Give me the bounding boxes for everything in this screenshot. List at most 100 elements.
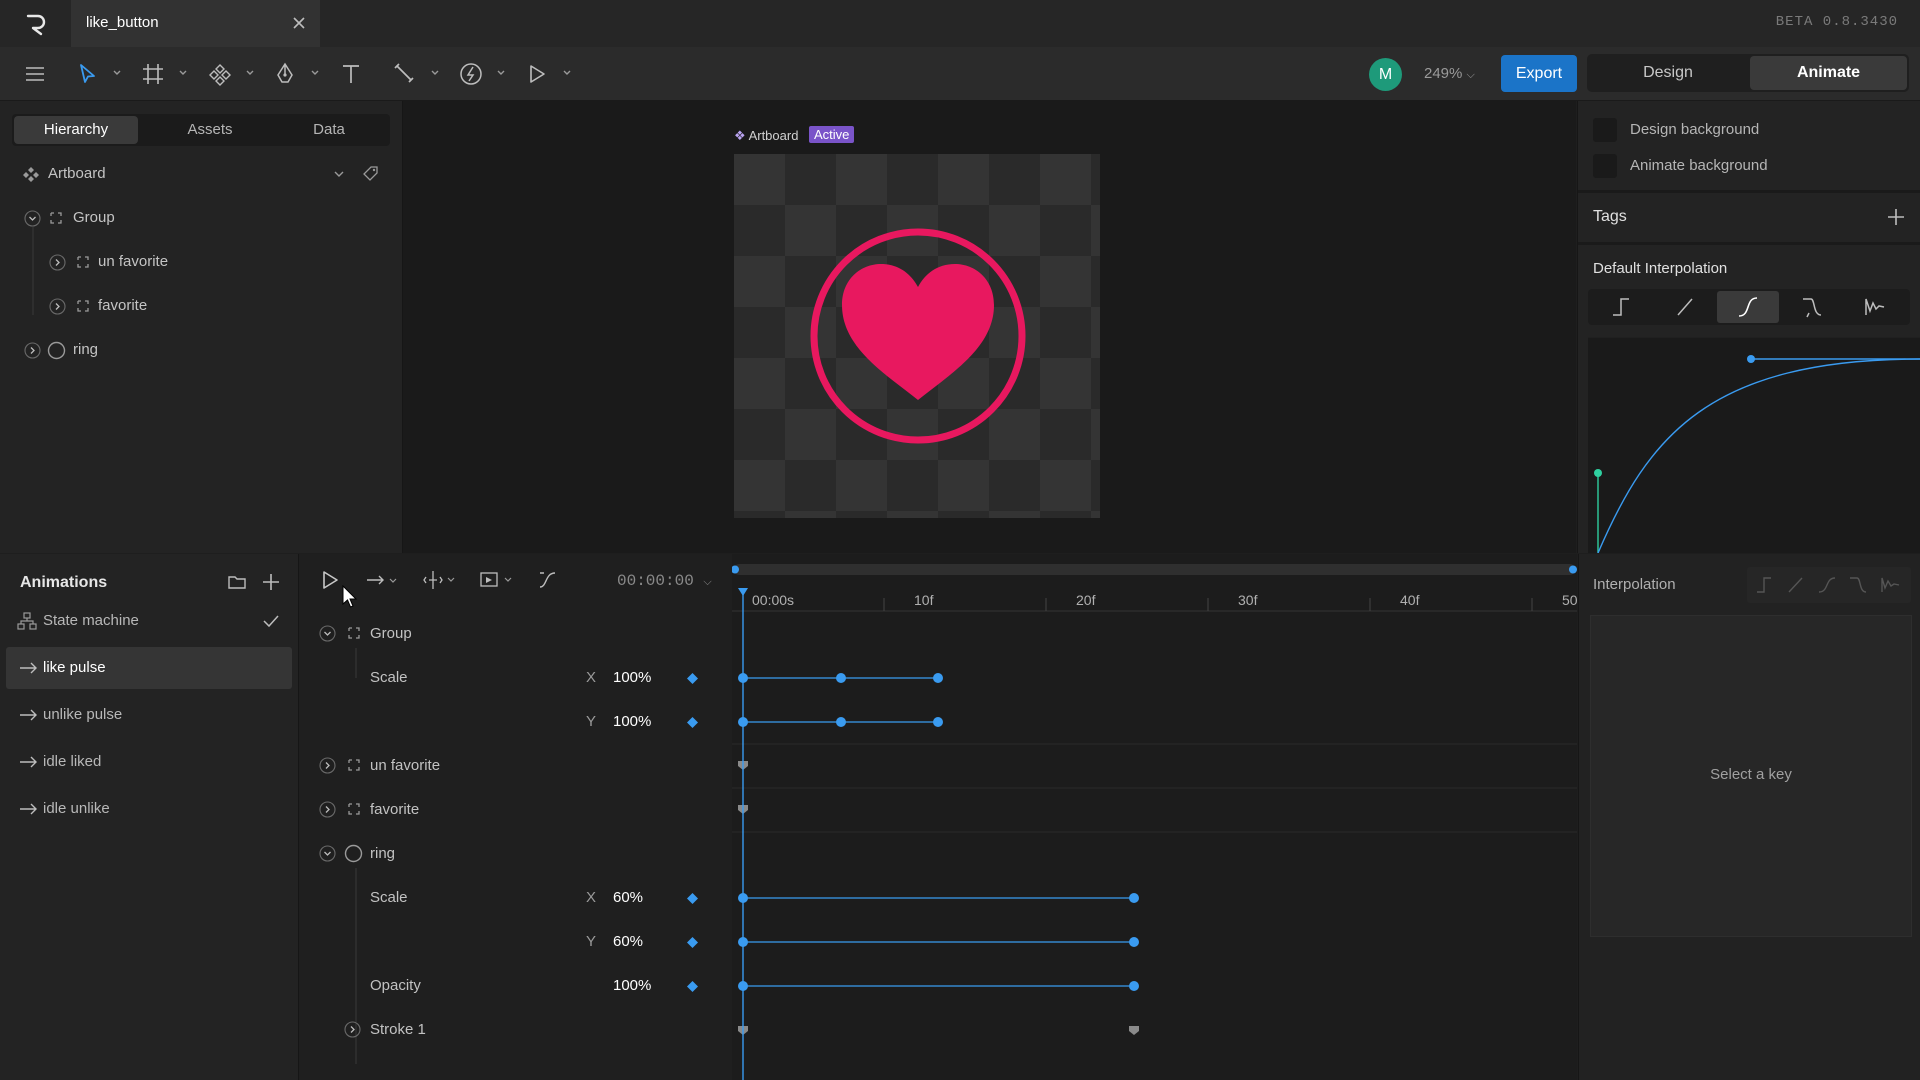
design-background-checkbox[interactable] bbox=[1593, 118, 1617, 142]
collapse-icon[interactable] bbox=[319, 625, 336, 642]
select-tool-icon[interactable] bbox=[72, 59, 102, 89]
timeline-row-favorite[interactable]: favorite bbox=[299, 788, 731, 832]
summary-keyframe[interactable] bbox=[1129, 1026, 1139, 1035]
timeline-row-ring-scale-y[interactable]: Y 60% bbox=[299, 920, 731, 964]
artboard-tool-icon[interactable] bbox=[138, 59, 168, 89]
chevron-down-icon[interactable] bbox=[430, 69, 440, 77]
value-input[interactable]: 60% bbox=[613, 889, 643, 906]
app-logo-icon[interactable] bbox=[18, 10, 54, 38]
animation-item-idle-liked[interactable]: idle liked bbox=[6, 741, 292, 783]
curve-handle-in[interactable] bbox=[1594, 469, 1602, 477]
chevron-down-icon[interactable] bbox=[562, 69, 572, 77]
keyframe[interactable] bbox=[933, 717, 943, 727]
state-machine-item[interactable]: State machine bbox=[6, 600, 292, 642]
avatar[interactable]: M bbox=[1369, 58, 1402, 91]
timeline-tracks[interactable]: 00:00s 10f 20f 30f 40f 50 bbox=[732, 554, 1577, 1080]
keyframe[interactable] bbox=[836, 717, 846, 727]
timeline-track-canvas[interactable]: 00:00s 10f 20f 30f 40f 50 bbox=[732, 554, 1577, 1080]
animate-mode-button[interactable]: Animate bbox=[1750, 56, 1907, 90]
curve-handle-out[interactable] bbox=[1747, 355, 1755, 363]
collapse-icon[interactable] bbox=[319, 845, 336, 862]
timeline-row-ring[interactable]: ring bbox=[299, 832, 731, 876]
text-tool-icon[interactable] bbox=[336, 59, 366, 89]
hierarchy-item-group[interactable]: Group bbox=[0, 198, 402, 238]
expand-icon[interactable] bbox=[49, 298, 66, 315]
checkmark-icon[interactable] bbox=[262, 613, 280, 629]
add-tag-icon[interactable] bbox=[1884, 205, 1908, 229]
artboard[interactable] bbox=[734, 154, 1100, 518]
play-icon[interactable] bbox=[319, 569, 341, 591]
cubic-interpolation-icon[interactable] bbox=[1818, 577, 1836, 593]
value-input[interactable]: 100% bbox=[613, 977, 651, 994]
keyframe-diamond-icon[interactable] bbox=[687, 981, 698, 992]
document-tab[interactable]: like_button bbox=[71, 0, 320, 47]
work-area-bar[interactable] bbox=[734, 564, 1575, 575]
work-area-end-handle[interactable] bbox=[1569, 565, 1577, 574]
hierarchy-item-favorite[interactable]: favorite bbox=[0, 286, 402, 326]
play-tool-icon[interactable] bbox=[522, 59, 552, 89]
hierarchy-item-artboard[interactable]: Artboard bbox=[0, 154, 402, 194]
add-animation-icon[interactable] bbox=[260, 571, 282, 593]
bone-tool-icon[interactable] bbox=[390, 59, 420, 89]
loop-mode-icon[interactable] bbox=[365, 571, 399, 589]
chevron-down-icon[interactable] bbox=[496, 69, 506, 77]
linear-interpolation-icon[interactable] bbox=[1788, 577, 1803, 593]
value-input[interactable]: 100% bbox=[613, 669, 651, 686]
menu-icon[interactable] bbox=[20, 59, 50, 89]
expand-icon[interactable] bbox=[344, 1021, 361, 1038]
keyframe-diamond-icon[interactable] bbox=[687, 717, 698, 728]
direction-icon[interactable] bbox=[422, 569, 458, 591]
hold-interpolation-icon[interactable] bbox=[1757, 577, 1771, 593]
animation-item-unlike-pulse[interactable]: unlike pulse bbox=[6, 694, 292, 736]
timeline-row-group-scale-y[interactable]: Y 100% bbox=[299, 700, 731, 744]
expand-icon[interactable] bbox=[319, 801, 336, 818]
hierarchy-item-ring[interactable]: ring bbox=[0, 330, 402, 370]
tab-data[interactable]: Data bbox=[270, 116, 388, 144]
keyframe[interactable] bbox=[1129, 981, 1139, 991]
design-mode-button[interactable]: Design bbox=[1589, 56, 1747, 90]
timeline-row-group-scale-x[interactable]: Scale X 100% bbox=[299, 656, 731, 700]
component-tool-icon[interactable] bbox=[205, 59, 235, 89]
close-icon[interactable] bbox=[288, 12, 310, 34]
value-input[interactable]: 60% bbox=[613, 933, 643, 950]
chevron-down-icon[interactable] bbox=[178, 69, 188, 77]
keyframe[interactable] bbox=[836, 673, 846, 683]
ease-interpolation-icon[interactable] bbox=[1781, 291, 1843, 323]
timeline-row-group[interactable]: Group bbox=[299, 612, 731, 656]
chevron-down-icon[interactable] bbox=[245, 69, 255, 77]
hierarchy-item-un-favorite[interactable]: un favorite bbox=[0, 242, 402, 282]
collapse-icon[interactable] bbox=[24, 210, 41, 227]
animate-background-checkbox[interactable] bbox=[1593, 154, 1617, 178]
expand-icon[interactable] bbox=[319, 757, 336, 774]
playhead-handle[interactable] bbox=[738, 588, 748, 596]
keyframe-diamond-icon[interactable] bbox=[687, 893, 698, 904]
tab-hierarchy[interactable]: Hierarchy bbox=[14, 116, 138, 144]
stage-canvas[interactable]: ❖ Artboard Active bbox=[403, 101, 1576, 553]
keyframe-options-icon[interactable] bbox=[479, 569, 515, 591]
keyframe-diamond-icon[interactable] bbox=[687, 937, 698, 948]
tag-icon[interactable] bbox=[362, 165, 380, 183]
zoom-level[interactable]: 249% ⌵ bbox=[1424, 65, 1475, 82]
timeline-row-un-favorite[interactable]: un favorite bbox=[299, 744, 731, 788]
cubic-interpolation-icon[interactable] bbox=[1717, 291, 1779, 323]
timeline-row-stroke[interactable]: Stroke 1 bbox=[299, 1008, 731, 1052]
folder-icon[interactable] bbox=[226, 571, 248, 593]
keyframe[interactable] bbox=[1129, 893, 1139, 903]
value-input[interactable]: 100% bbox=[613, 713, 651, 730]
timeline-row-ring-opacity[interactable]: Opacity 100% bbox=[299, 964, 731, 1008]
pen-tool-icon[interactable] bbox=[270, 59, 300, 89]
timecode[interactable]: 00:00:00 ⌵ bbox=[617, 572, 712, 590]
animation-item-idle-unlike[interactable]: idle unlike bbox=[6, 788, 292, 830]
keyframe-diamond-icon[interactable] bbox=[687, 673, 698, 684]
artboard-label[interactable]: ❖ Artboard bbox=[734, 128, 798, 144]
elastic-interpolation-icon[interactable] bbox=[1881, 577, 1900, 592]
linear-interpolation-icon[interactable] bbox=[1654, 291, 1716, 323]
keyframe[interactable] bbox=[933, 673, 943, 683]
export-button[interactable]: Export bbox=[1501, 55, 1577, 92]
hold-interpolation-icon[interactable] bbox=[1590, 291, 1652, 323]
chevron-down-icon[interactable] bbox=[333, 170, 345, 178]
tab-assets[interactable]: Assets bbox=[148, 116, 272, 144]
ease-interpolation-icon[interactable] bbox=[1850, 577, 1867, 593]
chevron-down-icon[interactable] bbox=[310, 69, 320, 77]
easing-icon[interactable] bbox=[537, 569, 559, 591]
